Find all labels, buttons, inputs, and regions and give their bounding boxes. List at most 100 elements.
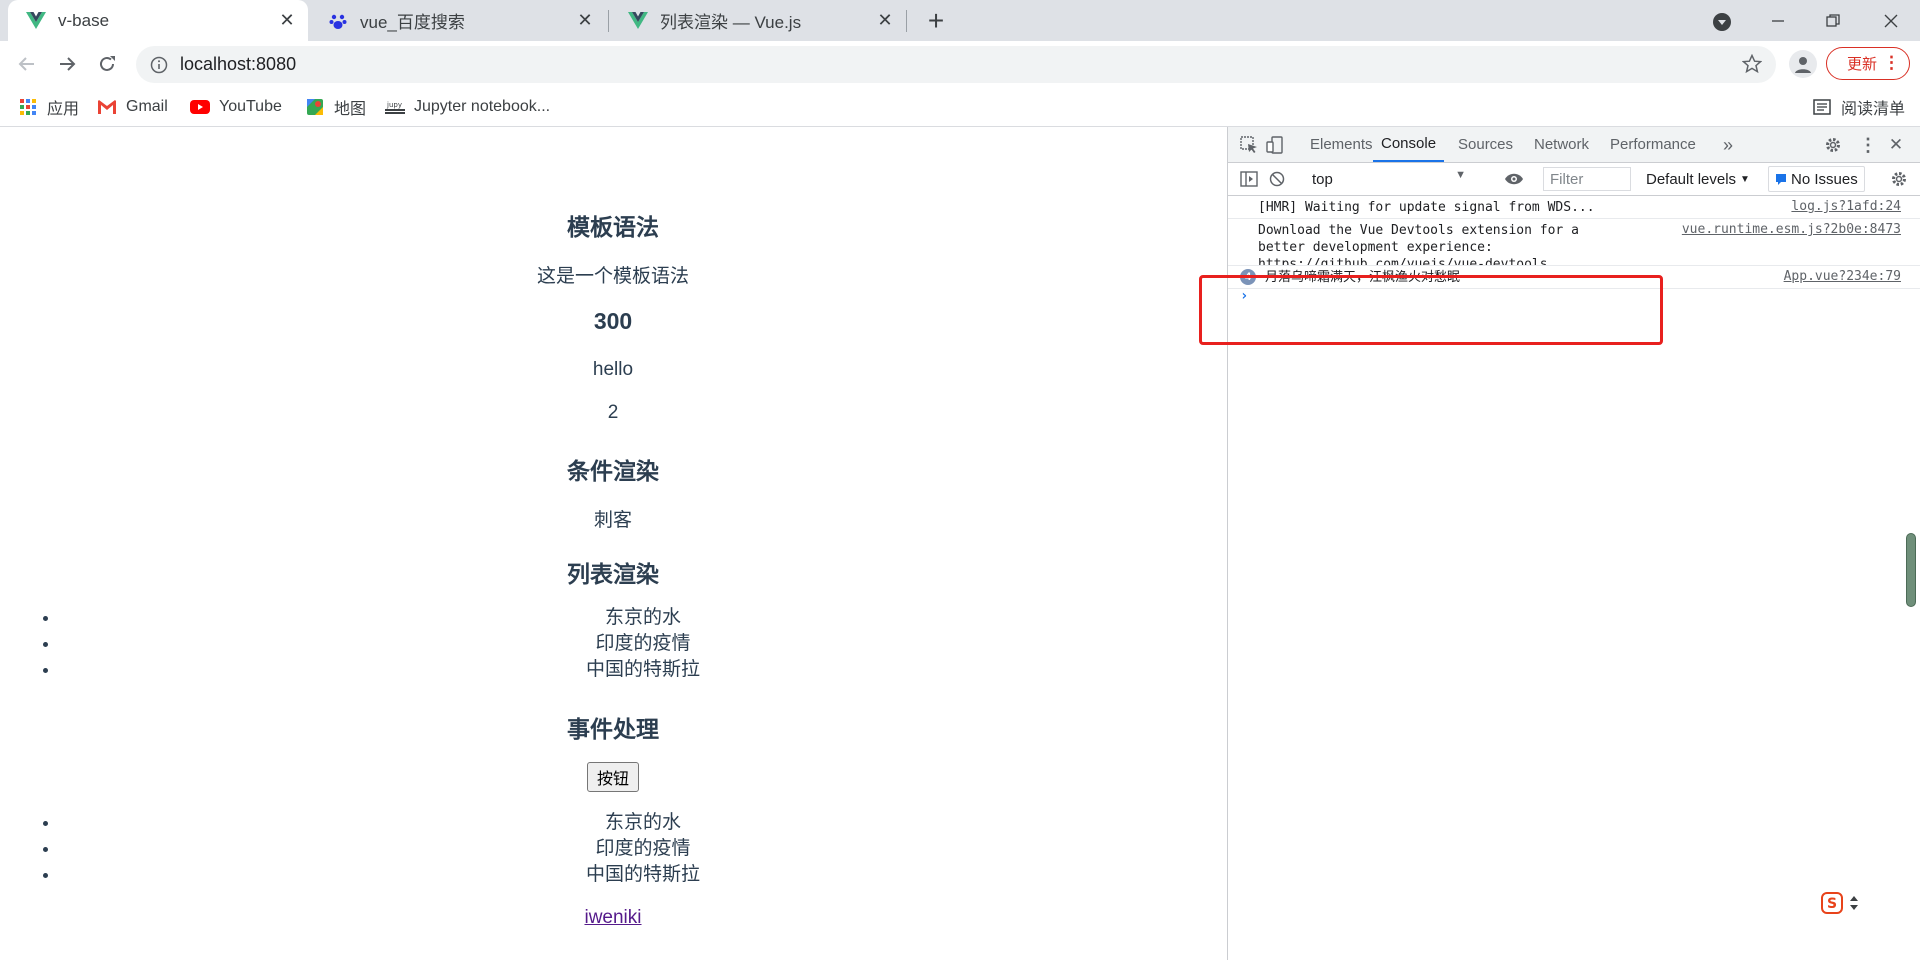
list-item: 印度的疫情: [60, 631, 1226, 657]
bookmark-youtube[interactable]: YouTube: [190, 96, 282, 118]
back-button[interactable]: [10, 47, 44, 81]
console-source-link[interactable]: vue.runtime.esm.js?2b0e:8473: [1682, 222, 1901, 237]
page-link[interactable]: iweniki: [584, 907, 641, 928]
console-message-text: 月落乌啼霜满天，江枫渔火对愁眠: [1265, 270, 1461, 285]
clear-console-icon[interactable]: [1266, 168, 1288, 190]
conditional-heading: 条件渲染: [567, 458, 659, 484]
repeat-count-badge: 4: [1240, 269, 1256, 285]
issues-button[interactable]: No Issues: [1768, 166, 1865, 192]
sidebar-toggle-icon[interactable]: [1238, 168, 1260, 190]
tab-v-base[interactable]: v-base ✕: [8, 0, 308, 41]
close-icon[interactable]: ✕: [1885, 134, 1907, 156]
tab-vue-list-rendering[interactable]: 列表渲染 — Vue.js ✕: [610, 0, 906, 41]
list-item: 东京的水: [60, 810, 1226, 836]
tab-search-icon[interactable]: [1710, 10, 1734, 34]
apps-grid-icon: [18, 97, 38, 117]
caret-down-icon: ▼: [1455, 169, 1466, 181]
close-window-button[interactable]: [1868, 0, 1914, 41]
close-icon[interactable]: ✕: [276, 10, 298, 32]
new-tab-button[interactable]: +: [922, 5, 950, 36]
bookmark-gmail[interactable]: Gmail: [97, 96, 168, 118]
tab-title: v-base: [58, 10, 110, 30]
caret-down-icon: ▼: [1740, 173, 1750, 185]
context-select[interactable]: top ▼: [1312, 167, 1472, 191]
bookmark-label: Gmail: [126, 98, 168, 115]
console-message: 4 月落乌啼霜满天，江枫渔火对愁眠 App.vue?234e:79: [1228, 265, 1920, 289]
bookmark-label: 应用: [47, 101, 80, 118]
number-heading: 300: [593, 308, 633, 334]
vue-logo-icon: [26, 11, 46, 31]
close-icon[interactable]: ✕: [574, 10, 596, 32]
console-source-link[interactable]: log.js?1afd:24: [1791, 199, 1901, 214]
minimize-button[interactable]: [1755, 0, 1801, 41]
tab-title: vue_百度搜索: [360, 13, 465, 32]
update-label: 更新: [1847, 56, 1878, 73]
gear-icon[interactable]: [1822, 134, 1844, 156]
log-levels-select[interactable]: Default levels ▼: [1646, 167, 1750, 191]
tab-separator: [608, 10, 609, 32]
template-text: 这是一个模板语法: [536, 266, 689, 287]
tab-performance[interactable]: Performance: [1610, 127, 1696, 162]
update-button[interactable]: 更新 ⋮: [1826, 47, 1910, 80]
bookmark-apps[interactable]: 应用: [18, 96, 79, 118]
devtools-tabbar: Elements Console Sources Network Perform…: [1228, 127, 1920, 163]
devtools-panel: Elements Console Sources Network Perform…: [1227, 127, 1920, 960]
issues-label: No Issues: [1791, 170, 1858, 188]
tab-network[interactable]: Network: [1534, 127, 1589, 162]
list-rendering-2: 东京的水 印度的疫情 中国的特斯拉: [0, 810, 1226, 888]
tab-sources[interactable]: Sources: [1458, 127, 1513, 162]
console-source-link[interactable]: App.vue?234e:79: [1784, 269, 1901, 284]
template-heading: 模板语法: [567, 214, 659, 240]
tab-console[interactable]: Console: [1373, 127, 1445, 162]
maps-icon: [305, 97, 325, 117]
bookmark-label: Jupyter notebook...: [414, 98, 551, 115]
url-text: localhost:8080: [180, 54, 297, 74]
more-vert-icon: ⋮: [1883, 53, 1900, 72]
profile-avatar[interactable]: [1789, 50, 1817, 78]
ime-toolbar[interactable]: S: [1812, 888, 1868, 918]
more-tabs-icon[interactable]: »: [1717, 134, 1739, 156]
console-filter-input[interactable]: Filter: [1543, 167, 1631, 191]
console-prompt[interactable]: ›: [1240, 288, 1248, 304]
console-message: Download the Vue Devtools extension for …: [1228, 218, 1920, 266]
browser-toolbar: localhost:8080 更新 ⋮: [0, 41, 1920, 88]
conditional-text: 刺客: [593, 510, 632, 531]
reading-list-icon: [1812, 97, 1832, 117]
context-value: top: [1312, 170, 1333, 188]
console-settings-gear-icon[interactable]: [1888, 168, 1910, 190]
console-message-text: [HMR] Waiting for update signal from WDS…: [1258, 200, 1595, 215]
restore-button[interactable]: [1810, 0, 1856, 41]
gmail-icon: [97, 97, 117, 117]
event-heading: 事件处理: [567, 716, 659, 742]
list-item: 东京的水: [60, 605, 1226, 631]
bookmark-jupyter[interactable]: jupy Jupyter notebook...: [385, 96, 550, 118]
arrow-left-icon: [18, 57, 34, 71]
event-button[interactable]: 按钮: [587, 762, 639, 792]
hello-text: hello: [592, 359, 634, 380]
console-message-text: Download the Vue Devtools extension for …: [1258, 223, 1579, 266]
bookmark-maps[interactable]: 地图: [305, 96, 366, 118]
tab-elements[interactable]: Elements: [1310, 127, 1373, 162]
log-levels-label: Default levels: [1646, 170, 1737, 188]
close-icon[interactable]: ✕: [874, 10, 896, 32]
scrollbar-thumb[interactable]: [1906, 533, 1916, 607]
more-vert-icon[interactable]: ⋮: [1857, 134, 1879, 156]
device-toolbar-icon[interactable]: [1264, 134, 1286, 156]
address-bar[interactable]: localhost:8080: [136, 46, 1776, 83]
star-icon[interactable]: [1742, 54, 1762, 74]
inspect-element-icon[interactable]: [1238, 134, 1260, 156]
reading-list[interactable]: 阅读清单: [1812, 96, 1905, 118]
jupyter-icon: jupy: [385, 97, 405, 117]
list-item: 中国的特斯拉: [60, 862, 1226, 888]
console-toolbar: top ▼ Filter Default levels ▼ No Issues: [1228, 163, 1920, 196]
info-icon[interactable]: [150, 56, 168, 74]
eye-icon[interactable]: [1503, 168, 1525, 190]
arrow-right-icon: [60, 57, 76, 71]
sogou-ime-icon: S: [1821, 892, 1843, 914]
forward-button[interactable]: [50, 47, 84, 81]
tab-vue-baidu[interactable]: vue_百度搜索 ✕: [310, 0, 606, 41]
svg-text:S: S: [1827, 896, 1837, 912]
reload-button[interactable]: [90, 47, 124, 81]
tab-separator: [906, 10, 907, 32]
page-viewport: 模板语法 这是一个模板语法 300 hello 2 条件渲染 刺客 列表渲染 东…: [0, 127, 1226, 960]
